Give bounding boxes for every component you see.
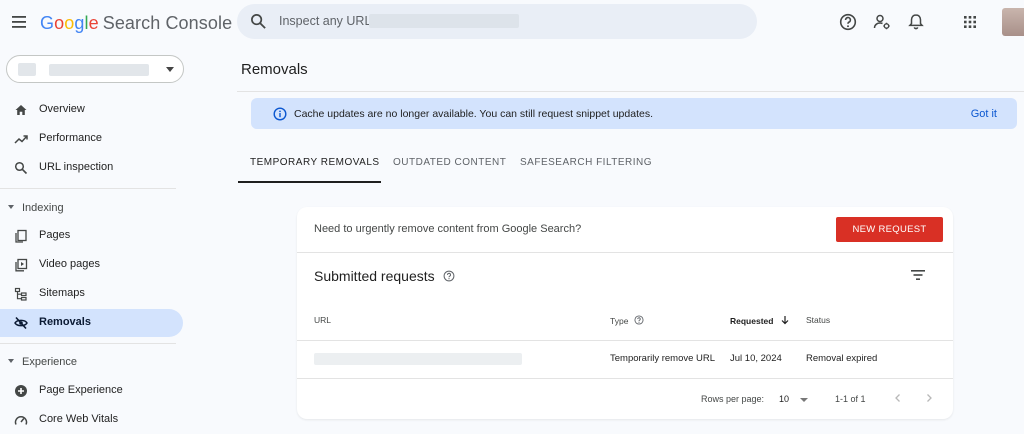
product-name: Search Console (102, 13, 233, 33)
home-icon (15, 105, 27, 115)
property-selector[interactable] (6, 55, 184, 83)
pages-icon (15, 229, 27, 243)
speed-icon (14, 415, 28, 425)
column-header-label: Type (610, 316, 629, 326)
notifications-icon[interactable] (906, 12, 926, 32)
sidebar-item-label: Removals (39, 316, 91, 328)
sidebar-item-overview[interactable]: Overview (0, 96, 183, 124)
sidebar-divider (0, 343, 176, 344)
google-wordmark: Google (40, 13, 99, 33)
app-logo[interactable]: Google Search Console (40, 13, 232, 34)
menu-icon[interactable] (10, 12, 30, 32)
got-it-button[interactable]: Got it (971, 108, 997, 120)
active-tab-indicator (238, 181, 381, 183)
column-header-status: Status (806, 315, 831, 325)
page-title: Removals (241, 61, 308, 78)
tab-outdated-content[interactable]: OUTDATED CONTENT (393, 157, 506, 168)
sidebar-divider (0, 188, 176, 189)
sitemap-icon (14, 287, 27, 301)
search-icon (251, 14, 266, 29)
help-icon[interactable] (443, 270, 455, 282)
account-avatar[interactable] (1002, 8, 1024, 36)
trending-icon (14, 135, 28, 144)
sidebar-item-label: Overview (39, 103, 85, 115)
pagination-range: 1-1 of 1 (835, 394, 866, 404)
sidebar-item-label: Video pages (39, 258, 100, 270)
sidebar-item-label: Core Web Vitals (39, 413, 119, 425)
submitted-requests-title: Submitted requests (314, 268, 435, 284)
search-icon (14, 161, 28, 175)
column-header-requested[interactable]: Requested (730, 315, 790, 326)
info-icon (273, 107, 287, 121)
section-label: Indexing (22, 202, 64, 214)
sidebar-item-label: URL inspection (39, 161, 114, 173)
column-header-type[interactable]: Type (610, 315, 644, 326)
apps-grid-icon[interactable] (960, 12, 980, 32)
tab-safesearch-filtering[interactable]: SAFESEARCH FILTERING (520, 157, 652, 168)
table-cell-status: Removal expired (806, 353, 878, 364)
section-toggle-indexing[interactable]: Indexing (8, 202, 64, 214)
new-request-button[interactable]: NEW REQUEST (836, 217, 943, 242)
redacted-property-name (49, 64, 149, 76)
filter-icon[interactable] (910, 268, 926, 282)
tab-temporary-removals[interactable]: TEMPORARY REMOVALS (250, 157, 380, 168)
collapse-icon (8, 359, 14, 363)
sidebar-item-label: Sitemaps (39, 287, 85, 299)
column-header-label: Requested (730, 316, 774, 326)
sidebar-item-label: Pages (39, 229, 71, 241)
card-divider (297, 252, 953, 253)
info-banner: Cache updates are no longer available. Y… (251, 98, 1017, 129)
sidebar-item-removals[interactable]: Removals (0, 309, 183, 337)
manage-users-icon[interactable] (872, 12, 892, 32)
chevron-down-icon (166, 67, 174, 72)
collapse-icon (8, 205, 14, 209)
urgent-removal-text: Need to urgently remove content from Goo… (314, 223, 582, 235)
sidebar-item-sitemaps[interactable]: Sitemaps (0, 280, 183, 308)
sidebar-item-page-experience[interactable]: Page Experience (0, 377, 183, 405)
chevron-down-icon[interactable] (800, 398, 808, 402)
rows-per-page-label: Rows per page: (701, 394, 765, 404)
chevron-left-icon[interactable] (892, 392, 904, 404)
column-header-url: URL (314, 315, 332, 325)
sidebar-item-label: Page Experience (39, 384, 123, 396)
redacted-url (314, 353, 522, 365)
url-inspect-search[interactable]: Inspect any URL in (237, 4, 757, 39)
sidebar-item-label: Performance (39, 132, 102, 144)
table-cell-type: Temporarily remove URL (610, 353, 716, 364)
table-row-divider (297, 378, 953, 379)
property-favicon (18, 63, 36, 76)
sidebar-item-core-web-vitals[interactable]: Core Web Vitals (0, 406, 183, 434)
redacted-property (369, 14, 519, 28)
sidebar-item-pages[interactable]: Pages (0, 222, 183, 250)
table-header-divider (297, 340, 953, 341)
plus-circle-icon (15, 385, 27, 397)
requests-card: Need to urgently remove content from Goo… (297, 207, 953, 419)
help-icon[interactable] (634, 315, 644, 325)
title-divider (237, 91, 1024, 92)
banner-text: Cache updates are no longer available. Y… (294, 108, 653, 120)
sidebar-item-performance[interactable]: Performance (0, 125, 183, 153)
chevron-right-icon[interactable] (923, 392, 935, 404)
video-icon (15, 258, 28, 272)
sidebar-item-url-inspection[interactable]: URL inspection (0, 154, 183, 182)
sidebar-item-video-pages[interactable]: Video pages (0, 251, 183, 279)
arrow-down-icon (781, 316, 789, 325)
help-icon[interactable] (838, 12, 858, 32)
rows-per-page-select[interactable]: 10 (779, 394, 789, 404)
section-toggle-experience[interactable]: Experience (8, 356, 77, 368)
table-cell-requested: Jul 10, 2024 (730, 353, 782, 364)
visibility-off-icon (14, 316, 28, 330)
section-label: Experience (22, 356, 78, 368)
